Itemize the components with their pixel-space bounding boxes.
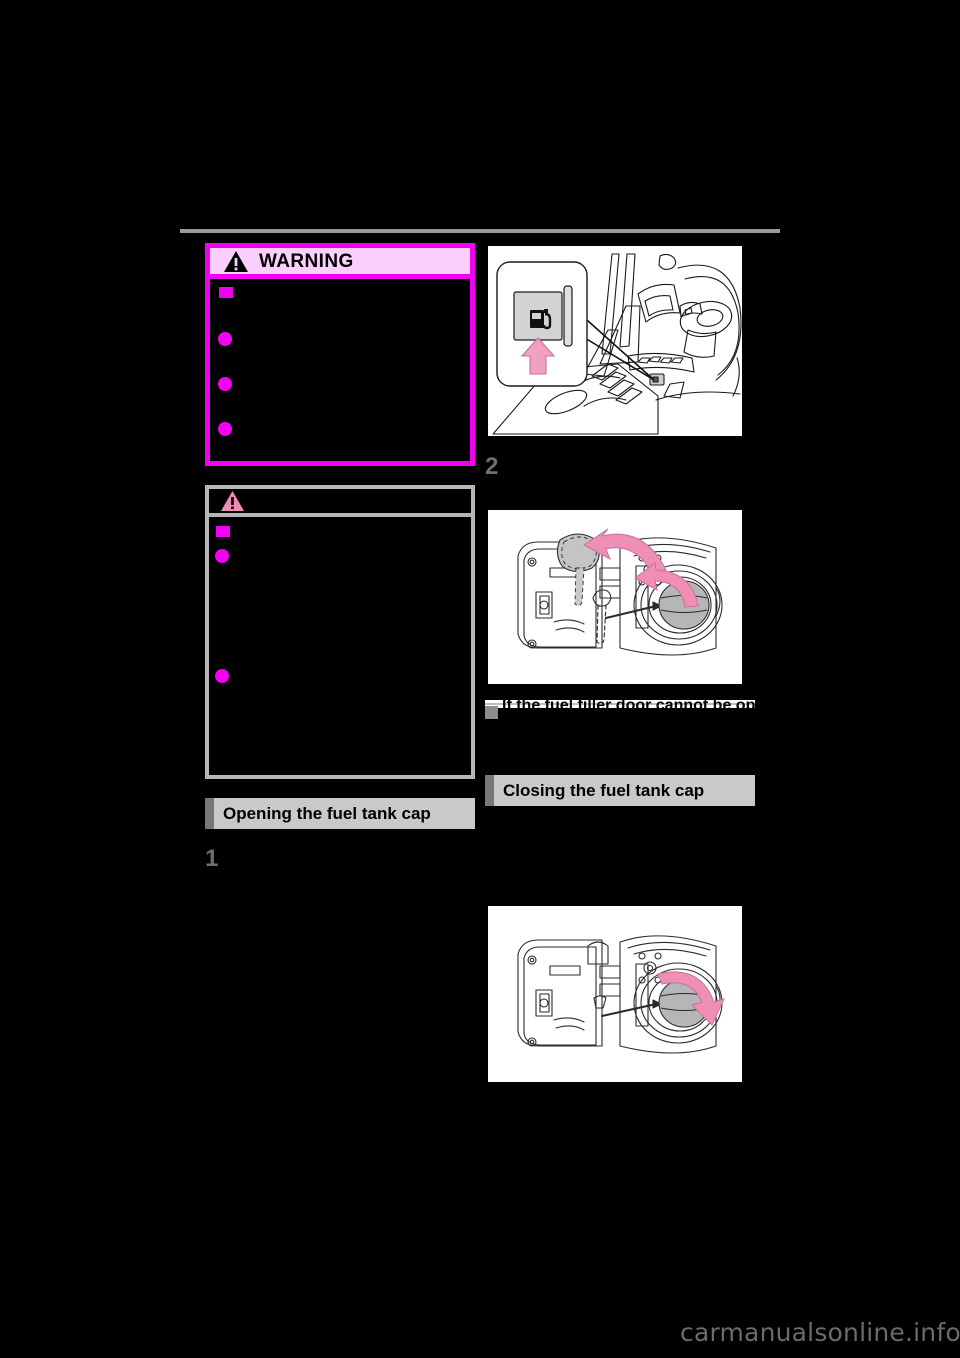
warning-header: WARNING	[210, 248, 470, 279]
notice-square-bullet	[216, 526, 230, 537]
sub-heading-square-bullet	[485, 706, 498, 719]
notice-box	[205, 485, 475, 779]
notice-body	[209, 517, 471, 775]
warning-bullet-1	[218, 332, 232, 346]
heading-accent-bar	[205, 798, 214, 829]
notice-bullet-1	[215, 549, 229, 563]
fuel-tank-cap-closing-figure	[485, 903, 745, 1085]
warning-triangle-icon	[224, 250, 248, 272]
right-column: 2 If the fuel filler door cannot be op C…	[485, 243, 755, 1085]
sub-heading-mask	[485, 708, 755, 722]
sub-heading-fuel-filler-door: If the fuel filler door cannot be opened	[485, 700, 755, 722]
heading-label: Closing the fuel tank cap	[503, 781, 705, 800]
warning-bullet-2	[218, 377, 232, 391]
warning-body	[210, 279, 470, 461]
warning-square-bullet	[219, 287, 233, 298]
left-column: WARNING Opening the fuel tank cap 1	[205, 243, 475, 871]
notice-triangle-icon	[221, 491, 244, 511]
heading-label: Opening the fuel tank cap	[223, 804, 431, 823]
warning-title: WARNING	[259, 250, 354, 272]
manual-page: WARNING Opening the fuel tank cap 1 2 If…	[0, 0, 960, 1358]
section-heading-closing-fuel-tank-cap: Closing the fuel tank cap	[485, 775, 755, 806]
fuel-filler-door-release-switch-figure	[485, 243, 745, 439]
step-number-2: 2	[485, 453, 499, 480]
warning-bullet-3	[218, 422, 232, 436]
site-watermark: carmanualsonline.info	[680, 1318, 960, 1347]
notice-bullet-2	[215, 669, 229, 683]
step-number-1: 1	[205, 845, 219, 872]
heading-accent-bar	[485, 775, 494, 806]
fuel-tank-cap-opening-figure	[485, 507, 745, 687]
warning-box: WARNING	[205, 243, 475, 466]
section-heading-opening-fuel-tank-cap: Opening the fuel tank cap	[205, 798, 475, 829]
page-top-rule	[180, 229, 780, 233]
notice-header	[209, 489, 471, 517]
